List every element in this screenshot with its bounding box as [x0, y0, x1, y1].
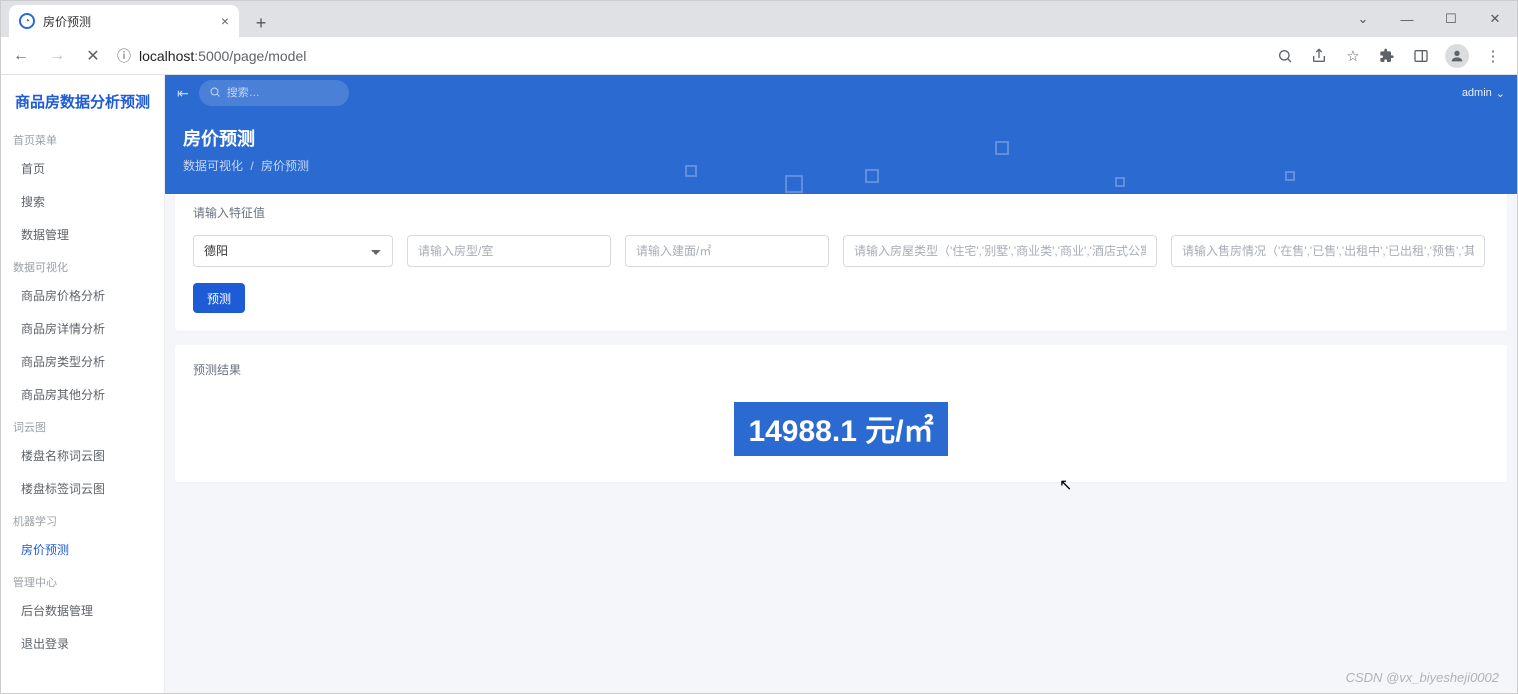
sidebar-item-detail-analysis[interactable]: 商品房详情分析	[1, 312, 164, 345]
extensions-icon[interactable]	[1377, 46, 1397, 66]
sidebar-item-name-cloud[interactable]: 楼盘名称词云图	[1, 439, 164, 472]
sidebar-item-home[interactable]: 首页	[1, 152, 164, 185]
breadcrumb-current: 房价预测	[261, 159, 309, 173]
sidebar: 商品房数据分析预测 首页菜单 首页 搜索 数据管理 数据可视化 商品房价格分析 …	[1, 75, 165, 693]
city-select[interactable]: 德阳	[193, 235, 393, 267]
area-input[interactable]	[625, 235, 829, 267]
sidebar-section-admin: 管理中心	[1, 566, 164, 594]
sidebar-item-logout[interactable]: 退出登录	[1, 627, 164, 660]
tab-title: 房价预测	[43, 13, 213, 30]
sidebar-section-home: 首页菜单	[1, 124, 164, 152]
chevron-down-icon: ⌄	[1496, 87, 1505, 100]
sidebar-collapse-icon[interactable]: ⇤	[177, 85, 189, 102]
topbar: ⇤ admin ⌄	[165, 75, 1517, 111]
breadcrumb: 数据可视化 / 房价预测	[183, 157, 1499, 174]
profile-avatar-icon[interactable]	[1445, 44, 1469, 68]
kebab-menu-icon[interactable]: ⋮	[1483, 46, 1503, 66]
sidebar-item-other-analysis[interactable]: 商品房其他分析	[1, 378, 164, 411]
window-close-button[interactable]: ✕	[1481, 5, 1509, 33]
sidebar-item-data-management[interactable]: 数据管理	[1, 218, 164, 251]
side-panel-icon[interactable]	[1411, 46, 1431, 66]
sidebar-section-ml: 机器学习	[1, 505, 164, 533]
sidebar-item-tag-cloud[interactable]: 楼盘标签词云图	[1, 472, 164, 505]
feature-input-card: 请输入特征值 德阳 预测	[175, 188, 1507, 331]
sale-status-input[interactable]	[1171, 235, 1485, 267]
close-icon[interactable]: ×	[221, 13, 229, 29]
window-maximize-button[interactable]: ☐	[1437, 5, 1465, 33]
prediction-result-value: 14988.1 元/㎡	[734, 402, 947, 456]
house-type-input[interactable]	[843, 235, 1157, 267]
page-header: 房价预测 数据可视化 / 房价预测	[165, 111, 1517, 194]
topbar-username: admin	[1462, 87, 1492, 99]
topbar-user-menu[interactable]: admin ⌄	[1462, 87, 1505, 100]
rooms-input[interactable]	[407, 235, 611, 267]
sidebar-item-price-analysis[interactable]: 商品房价格分析	[1, 279, 164, 312]
tab-favicon-icon: ◔	[19, 13, 35, 29]
search-icon	[209, 86, 221, 101]
url-box[interactable]: ⓘ localhost:5000/page/model	[117, 46, 1263, 66]
sidebar-item-price-prediction[interactable]: 房价预测	[1, 533, 164, 566]
url-path: :5000/page/model	[194, 48, 306, 64]
breadcrumb-parent[interactable]: 数据可视化	[183, 159, 243, 173]
back-button[interactable]: ←	[9, 44, 33, 68]
sidebar-item-type-analysis[interactable]: 商品房类型分析	[1, 345, 164, 378]
topbar-search[interactable]	[199, 80, 349, 106]
result-card-title: 预测结果	[193, 361, 1489, 378]
star-icon[interactable]: ☆	[1343, 46, 1363, 66]
forward-button[interactable]: →	[45, 44, 69, 68]
breadcrumb-separator: /	[250, 159, 253, 173]
site-info-icon[interactable]: ⓘ	[117, 46, 131, 66]
sidebar-item-search[interactable]: 搜索	[1, 185, 164, 218]
browser-tab[interactable]: ◔ 房价预测 ×	[9, 5, 239, 37]
result-card: 预测结果 14988.1 元/㎡	[175, 345, 1507, 482]
predict-button[interactable]: 预测	[193, 283, 245, 313]
sidebar-logo: 商品房数据分析预测	[1, 75, 164, 124]
url-host: localhost	[139, 48, 194, 64]
watermark: CSDN @vx_biyesheji0002	[1346, 670, 1499, 685]
feature-card-title: 请输入特征值	[193, 204, 1489, 221]
page-title: 房价预测	[183, 125, 1499, 151]
browser-address-bar: ← → ✕ ⓘ localhost:5000/page/model ☆	[1, 37, 1517, 75]
sidebar-section-viz: 数据可视化	[1, 251, 164, 279]
share-icon[interactable]	[1309, 46, 1329, 66]
window-minimize-button[interactable]: —	[1393, 5, 1421, 33]
browser-tab-strip: ◔ 房价预测 × + ⌄ — ☐ ✕	[1, 1, 1517, 37]
sidebar-item-backend-management[interactable]: 后台数据管理	[1, 594, 164, 627]
topbar-search-input[interactable]	[227, 87, 369, 99]
new-tab-button[interactable]: +	[247, 9, 275, 37]
stop-reload-button[interactable]: ✕	[81, 44, 105, 68]
sidebar-section-cloud: 词云图	[1, 411, 164, 439]
chevron-down-icon[interactable]: ⌄	[1349, 5, 1377, 33]
search-icon[interactable]	[1275, 46, 1295, 66]
